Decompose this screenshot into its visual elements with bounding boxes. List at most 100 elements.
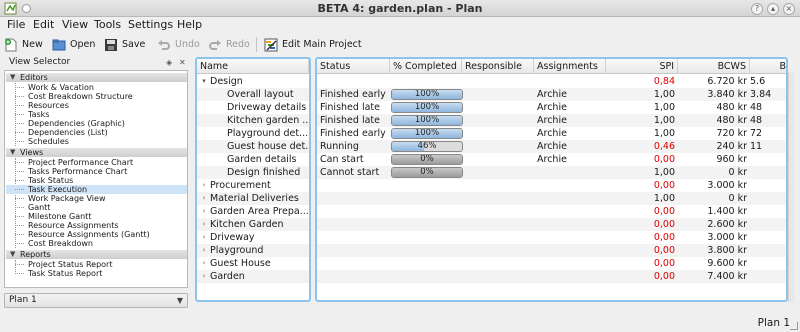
table-row[interactable]: Finished late 100% Archie 1,00 480 kr 48 <box>317 101 786 114</box>
window-title: BETA 4: garden.plan - Plan <box>317 2 483 15</box>
table-row[interactable]: Finished early 100% Archie 1,00 3.840 kr 3.84 <box>317 88 786 101</box>
expanded-arrow-icon[interactable]: ▾ <box>200 77 208 85</box>
column-header-spi[interactable]: SPI <box>606 59 678 74</box>
tree-row[interactable]: › Playground <box>197 244 309 257</box>
column-header-status[interactable]: Status <box>317 59 390 74</box>
table-row[interactable]: 1,00 0 kr <box>317 192 786 205</box>
menu-view[interactable]: View <box>62 18 88 31</box>
view-item-resource-assignments[interactable]: Resource Assignments <box>6 221 187 230</box>
collapsed-arrow-icon[interactable]: › <box>200 194 208 202</box>
table-row[interactable]: Can start 0% Archie 0,00 960 kr <box>317 153 786 166</box>
tree-row[interactable]: › Procurement <box>197 179 309 192</box>
table-row[interactable]: Finished late 100% Archie 1,00 480 kr 48 <box>317 114 786 127</box>
collapse-arrow-icon[interactable]: ▼ <box>10 250 15 259</box>
table-row[interactable]: 0,00 1.400 kr <box>317 205 786 218</box>
column-header-bcws[interactable]: BCWS <box>678 59 750 74</box>
tree-row[interactable]: Overall layout <box>197 88 309 101</box>
view-item-project-performance-chart[interactable]: Project Performance Chart <box>6 158 187 167</box>
table-row[interactable]: 0,00 9.600 kr <box>317 257 786 270</box>
column-header-completed[interactable]: % Completed <box>390 59 462 74</box>
vertical-scrollbar[interactable] <box>788 72 794 302</box>
view-item-resources[interactable]: Resources <box>6 101 187 110</box>
tree-row[interactable]: Design finished <box>197 166 309 179</box>
collapsed-arrow-icon[interactable]: › <box>200 272 208 280</box>
collapsed-arrow-icon[interactable]: › <box>200 246 208 254</box>
table-row[interactable]: 0,00 2.600 kr <box>317 218 786 231</box>
tree-row[interactable]: › Garden <box>197 270 309 283</box>
table-row[interactable]: Finished early 100% Archie 1,00 720 kr 72 <box>317 127 786 140</box>
help-icon[interactable]: ? <box>751 3 763 15</box>
table-row[interactable]: 0,84 6.720 kr 5.6 <box>317 75 786 88</box>
collapsed-arrow-icon[interactable]: › <box>200 220 208 228</box>
close-panel-icon[interactable]: ✕ <box>179 58 186 67</box>
save-button[interactable]: Save <box>104 36 145 53</box>
table-row[interactable]: 0,00 3.000 kr <box>317 231 786 244</box>
plan-select[interactable]: Plan 1 ▼ <box>4 293 188 308</box>
column-header-responsible[interactable]: Responsible <box>462 59 534 74</box>
edit-main-project-button[interactable]: Edit Main Project <box>264 36 362 53</box>
open-button[interactable]: Open <box>52 36 95 53</box>
view-item-task-status-report[interactable]: Task Status Report <box>6 269 187 278</box>
resize-grip-icon[interactable] <box>790 322 798 330</box>
view-item-dependencies-graphic[interactable]: Dependencies (Graphic) <box>6 119 187 128</box>
float-panel-icon[interactable]: ◈ <box>166 58 172 67</box>
menu-settings[interactable]: Settings <box>128 18 173 31</box>
category-views[interactable]: ▼ Views <box>6 148 187 157</box>
tree-row[interactable]: › Material Deliveries <box>197 192 309 205</box>
menu-help[interactable]: Help <box>177 18 202 31</box>
tree-row[interactable]: ▾ Design <box>197 75 309 88</box>
column-header-b[interactable]: B <box>750 59 786 74</box>
collapsed-arrow-icon[interactable]: › <box>200 233 208 241</box>
table-row[interactable]: Cannot start 0% 1,00 0 kr <box>317 166 786 179</box>
tree-row[interactable]: Guest house det... <box>197 140 309 153</box>
view-item-cost-breakdown-structure[interactable]: Cost Breakdown Structure <box>6 92 187 101</box>
close-icon[interactable]: × <box>783 3 795 15</box>
table-row[interactable]: 0,00 3.000 kr <box>317 179 786 192</box>
tree-row[interactable]: › Garden Area Prepa... <box>197 205 309 218</box>
tree-row[interactable]: › Kitchen Garden <box>197 218 309 231</box>
table-row[interactable]: Running 46% Archie 0,46 240 kr 11 <box>317 140 786 153</box>
menu-edit[interactable]: Edit <box>33 18 54 31</box>
collapse-arrow-icon[interactable]: ▼ <box>10 148 15 157</box>
tree-row[interactable]: Garden details <box>197 153 309 166</box>
view-item-tasks[interactable]: Tasks <box>6 110 187 119</box>
collapse-arrow-icon[interactable]: ▼ <box>10 73 15 82</box>
bcws-cell: 3.800 kr <box>707 245 747 256</box>
collapsed-arrow-icon[interactable]: › <box>200 259 208 267</box>
panel-splitter[interactable] <box>191 57 194 312</box>
menu-tools[interactable]: Tools <box>94 18 121 31</box>
view-item-tasks-performance-chart[interactable]: Tasks Performance Chart <box>6 167 187 176</box>
collapsed-arrow-icon[interactable]: › <box>200 181 208 189</box>
tree-row[interactable]: Playground det... <box>197 127 309 140</box>
column-header-name[interactable]: Name <box>197 59 309 74</box>
view-item-milestone-gantt[interactable]: Milestone Gantt <box>6 212 187 221</box>
tree-row[interactable]: › Guest House <box>197 257 309 270</box>
table-row[interactable]: 0,00 3.800 kr <box>317 244 786 257</box>
menu-file[interactable]: File <box>7 18 25 31</box>
view-item-cost-breakdown[interactable]: Cost Breakdown <box>6 239 187 248</box>
assignments-cell <box>537 257 605 270</box>
table-row[interactable]: 0,00 7.400 kr <box>317 270 786 283</box>
view-item-task-status[interactable]: Task Status <box>6 176 187 185</box>
undo-button[interactable]: Undo <box>157 36 200 53</box>
view-item-task-execution[interactable]: Task Execution <box>6 185 187 194</box>
category-editors[interactable]: ▼ Editors <box>6 73 187 82</box>
category-reports[interactable]: ▼ Reports <box>6 250 187 259</box>
view-item-schedules[interactable]: Schedules <box>6 137 187 146</box>
collapsed-arrow-icon[interactable]: › <box>200 207 208 215</box>
view-item-work-package-view[interactable]: Work Package View <box>6 194 187 203</box>
view-item-project-status-report[interactable]: Project Status Report <box>6 260 187 269</box>
maximize-icon[interactable]: ▴ <box>767 3 779 15</box>
view-item-dependencies-list[interactable]: Dependencies (List) <box>6 128 187 137</box>
view-item-work-vacation[interactable]: Work & Vacation <box>6 83 187 92</box>
responsible-cell <box>465 244 533 257</box>
responsible-cell <box>465 127 533 140</box>
view-item-gantt[interactable]: Gantt <box>6 203 187 212</box>
redo-button[interactable]: Redo <box>208 36 250 53</box>
column-header-assignments[interactable]: Assignments <box>534 59 606 74</box>
view-item-resource-assignments-gantt[interactable]: Resource Assignments (Gantt) <box>6 230 187 239</box>
tree-row[interactable]: Driveway details <box>197 101 309 114</box>
tree-row[interactable]: › Driveway <box>197 231 309 244</box>
tree-row[interactable]: Kitchen garden ... <box>197 114 309 127</box>
new-button[interactable]: New <box>4 36 43 53</box>
